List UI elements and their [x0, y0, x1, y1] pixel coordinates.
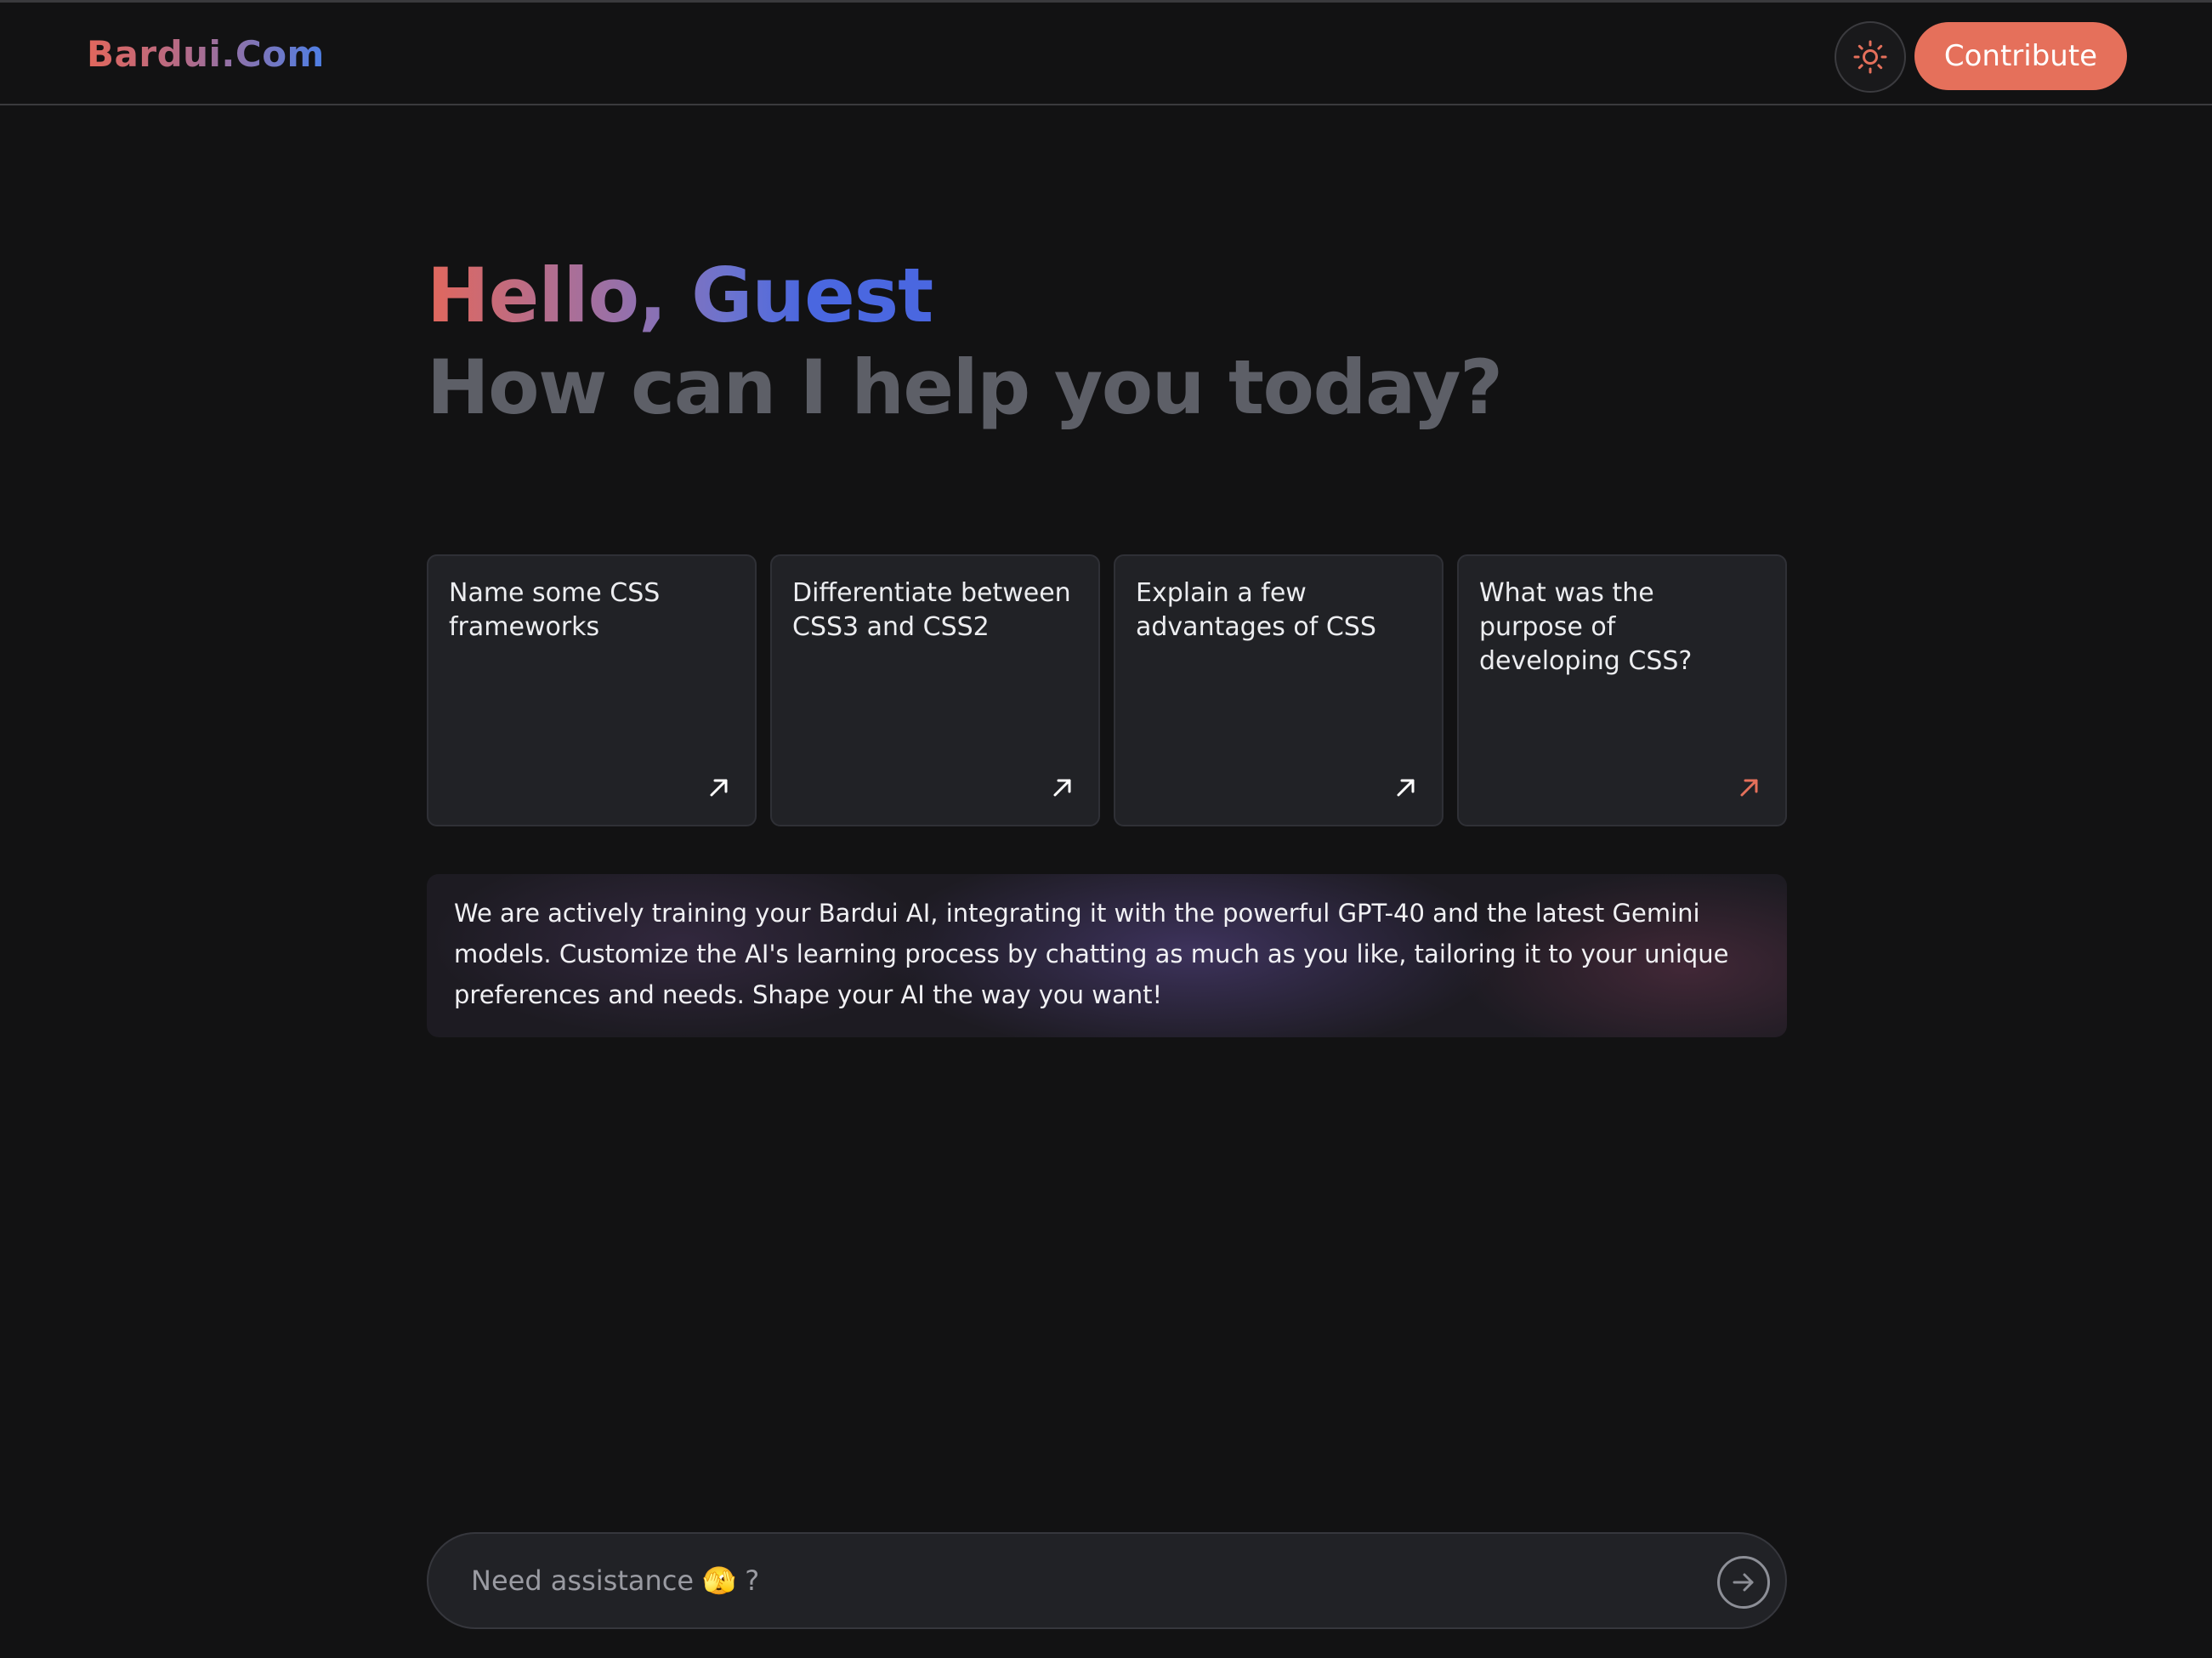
send-button[interactable]: [1717, 1556, 1770, 1609]
chat-input-bar: [427, 1532, 1787, 1629]
arrow-up-right-icon: [1397, 779, 1415, 797]
arrow-right-icon: [1733, 1573, 1754, 1592]
contribute-button[interactable]: Contribute: [1914, 22, 2127, 90]
arrow-up-right-icon: [1740, 779, 1758, 797]
suggestion-card-css-advantages[interactable]: Explain a few advantages of CSS: [1114, 554, 1443, 826]
arrow-up-right-icon: [1053, 779, 1071, 797]
chat-input[interactable]: [469, 1534, 1659, 1627]
suggestion-card-text: Explain a few advantages of CSS: [1136, 578, 1376, 642]
sun-icon: [1853, 40, 1887, 74]
suggestion-card-text: Name some CSS frameworks: [449, 578, 661, 642]
suggestion-card-text: Differentiate between CSS3 and CSS2: [792, 578, 1071, 642]
notice-text: We are actively training your Bardui AI,…: [454, 899, 1729, 1009]
training-notice-banner: We are actively training your Bardui AI,…: [427, 874, 1787, 1037]
greeting-hello: Hello, Guest: [427, 248, 933, 344]
theme-toggle-button[interactable]: [1835, 21, 1906, 93]
greeting-subtitle: How can I help you today?: [427, 344, 1503, 431]
suggestion-cards: Name some CSS frameworks Differentiate b…: [427, 554, 1787, 826]
suggestion-card-css-frameworks[interactable]: Name some CSS frameworks: [427, 554, 757, 826]
arrow-up-right-icon: [710, 779, 728, 797]
brand-logo[interactable]: Bardui.Com: [87, 33, 325, 76]
suggestion-card-css-purpose[interactable]: What was the purpose of developing CSS?: [1457, 554, 1787, 826]
top-navigation-bar: Bardui.Com Contribute: [0, 0, 2212, 105]
suggestion-card-css3-css2[interactable]: Differentiate between CSS3 and CSS2: [770, 554, 1100, 826]
suggestion-card-text: What was the purpose of developing CSS?: [1479, 578, 1693, 676]
